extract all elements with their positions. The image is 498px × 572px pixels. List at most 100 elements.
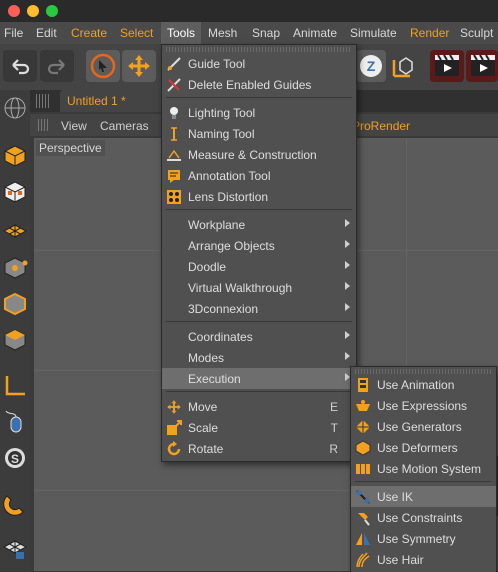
submenu-arrow-icon [345, 303, 350, 311]
redo-button[interactable] [40, 50, 74, 82]
menu-select[interactable]: Select [120, 26, 153, 40]
document-tab[interactable]: Untitled 1 * [60, 90, 170, 112]
lighting-tool-icon [166, 105, 182, 121]
viewport-menu-cameras[interactable]: Cameras [100, 119, 149, 133]
menu-item-use-motion-system[interactable]: Use Motion System [351, 458, 496, 479]
menu-item-use-expressions[interactable]: Use Expressions [351, 395, 496, 416]
viewport-menu-view[interactable]: View [61, 119, 87, 133]
polygons-mode-button[interactable] [1, 326, 29, 354]
menu-bar: File Edit Create Select Tools Mesh Snap … [0, 22, 498, 45]
minimize-window-button[interactable] [27, 5, 39, 17]
menu-item-guide-tool[interactable]: Guide Tool [162, 53, 356, 74]
menu-item-execution[interactable]: Execution [162, 368, 356, 389]
menu-item-use-hair[interactable]: Use Hair [351, 549, 496, 570]
axis-mode-button[interactable] [1, 372, 29, 400]
menu-item-use-animation[interactable]: Use Animation [351, 374, 496, 395]
menu-item-rotate[interactable]: Rotate R [162, 438, 356, 459]
axis-icon [5, 376, 25, 396]
execution-submenu: Use Animation Use Expressions Use Genera… [350, 366, 497, 572]
motion-system-icon [355, 461, 371, 477]
undo-button[interactable] [3, 50, 37, 82]
symmetry-icon [355, 531, 371, 547]
menu-item-move[interactable]: Move E [162, 396, 356, 417]
menu-file[interactable]: File [4, 26, 23, 40]
submenu-arrow-icon [345, 352, 350, 360]
measure-icon [166, 147, 182, 163]
workplane-mode-button[interactable] [1, 216, 29, 244]
expressions-icon [355, 398, 371, 414]
texture-mode-button[interactable] [1, 178, 29, 206]
menu-item-doodle[interactable]: Doodle [162, 256, 356, 277]
edges-cube-icon [4, 292, 26, 316]
menu-item-3dconnexion[interactable]: 3Dconnexion [162, 298, 356, 319]
render-view-button[interactable] [430, 50, 464, 82]
live-selection-icon [90, 53, 116, 79]
menu-item-coordinates[interactable]: Coordinates [162, 326, 356, 347]
menu-snap[interactable]: Snap [252, 26, 280, 40]
points-cube-icon [4, 257, 28, 279]
menu-item-scale[interactable]: Scale T [162, 417, 356, 438]
menu-item-use-deformers[interactable]: Use Deformers [351, 437, 496, 458]
menu-item-use-generators[interactable]: Use Generators [351, 416, 496, 437]
menu-item-label: Virtual Walkthrough [188, 280, 293, 295]
menu-item-shortcut: T [330, 421, 338, 435]
title-bar [0, 0, 498, 22]
viewport-grip-icon[interactable] [38, 119, 50, 131]
delete-guides-icon [166, 77, 182, 93]
menu-item-delete-enabled-guides[interactable]: Delete Enabled Guides [162, 74, 356, 95]
menu-item-label: Use Motion System [377, 461, 482, 476]
viewport-menu-prorender[interactable]: ProRender [352, 119, 410, 133]
select-tool-button[interactable] [86, 50, 120, 82]
move-tool-button[interactable] [122, 50, 156, 82]
edges-mode-button[interactable] [1, 290, 29, 318]
menu-create[interactable]: Create [71, 26, 107, 40]
menu-tear-off-grip[interactable] [166, 47, 352, 52]
ik-icon [355, 489, 371, 505]
blank-icon [166, 280, 182, 296]
close-window-button[interactable] [8, 5, 20, 17]
magnet-icon [3, 495, 24, 516]
menu-item-workplane[interactable]: Workplane [162, 214, 356, 235]
solo-button[interactable]: S [1, 444, 29, 472]
model-mode-button[interactable] [1, 142, 29, 170]
z-axis-button[interactable]: Z [356, 50, 386, 82]
menu-item-label: Guide Tool [188, 56, 246, 71]
menu-item-virtual-walkthrough[interactable]: Virtual Walkthrough [162, 277, 356, 298]
menu-mesh[interactable]: Mesh [208, 26, 237, 40]
menu-simulate[interactable]: Simulate [350, 26, 397, 40]
coordinate-system-button[interactable] [388, 50, 420, 82]
points-mode-button[interactable] [1, 254, 29, 282]
tab-grip-icon[interactable] [36, 94, 50, 108]
left-toolbar: S [0, 90, 30, 571]
workplane-sphere-button[interactable] [1, 94, 29, 122]
menu-item-arrange-objects[interactable]: Arrange Objects [162, 235, 356, 256]
menu-tools[interactable]: Tools [161, 22, 202, 44]
menu-animate[interactable]: Animate [293, 26, 337, 40]
menu-item-lens-distortion[interactable]: Lens Distortion [162, 186, 356, 207]
menu-item-label: Delete Enabled Guides [188, 77, 312, 92]
menu-item-measure-construction[interactable]: Measure & Construction [162, 144, 356, 165]
menu-separator [355, 481, 491, 482]
menu-item-lighting-tool[interactable]: Lighting Tool [162, 102, 356, 123]
menu-item-use-symmetry[interactable]: Use Symmetry [351, 528, 496, 549]
tools-menu: Guide Tool Delete Enabled Guides Lightin… [161, 44, 357, 462]
solo-icon: S [5, 448, 25, 468]
render-picture-viewer-button[interactable] [466, 50, 498, 82]
snap-button[interactable] [1, 490, 29, 518]
menu-item-label: Use Symmetry [377, 531, 456, 546]
submenu-arrow-icon [345, 219, 350, 227]
menu-item-naming-tool[interactable]: Naming Tool [162, 123, 356, 144]
menu-item-annotation-tool[interactable]: Annotation Tool [162, 165, 356, 186]
menu-edit[interactable]: Edit [36, 26, 57, 40]
menu-render[interactable]: Render [410, 26, 449, 40]
menu-item-label: Rotate [188, 441, 224, 456]
menu-item-use-ik[interactable]: Use IK [351, 486, 496, 507]
tweak-mode-button[interactable] [1, 408, 29, 436]
menu-item-use-constraints[interactable]: Use Constraints [351, 507, 496, 528]
zoom-window-button[interactable] [46, 5, 58, 17]
menu-item-modes[interactable]: Modes [162, 347, 356, 368]
menu-item-label: Use Expressions [377, 398, 468, 413]
workplane-lock-button[interactable] [1, 534, 29, 562]
generators-icon [355, 419, 371, 435]
menu-sculpt[interactable]: Sculpt [460, 26, 493, 40]
